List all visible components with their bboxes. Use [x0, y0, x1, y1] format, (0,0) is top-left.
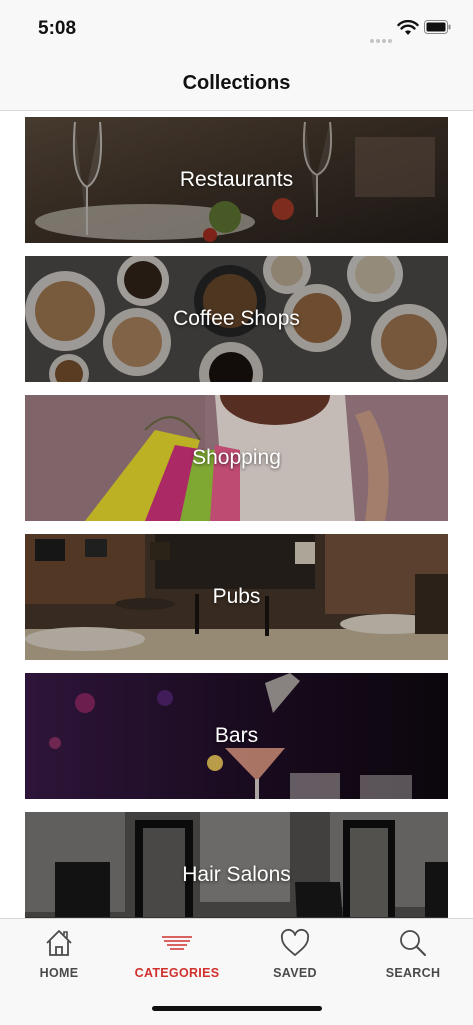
collection-card-hair-salons[interactable]: Hair Salons — [25, 812, 448, 918]
collection-card-bars[interactable]: Bars — [25, 673, 448, 799]
collection-label-bars: Bars — [214, 724, 259, 747]
heart-icon — [280, 928, 310, 956]
search-icon — [400, 930, 426, 956]
navigation-bar: Collections — [0, 56, 473, 111]
tab-categories-label: CATEGORIES — [134, 966, 220, 980]
tab-categories[interactable]: CATEGORIES — [118, 919, 236, 991]
collection-card-shopping[interactable]: Shopping — [25, 395, 448, 521]
collection-label-pubs: Pubs — [212, 585, 261, 608]
status-bar: 5:08 — [0, 0, 473, 56]
status-time: 5:08 — [38, 18, 77, 39]
tab-saved[interactable]: SAVED — [236, 919, 354, 991]
collection-label-restaurants: Restaurants — [179, 168, 294, 191]
collection-label-hair-salons: Hair Salons — [182, 863, 291, 886]
collections-list[interactable]: Restaurants Coffee Shops Shopping Pubs B… — [0, 111, 473, 918]
tab-home-label: HOME — [39, 966, 79, 980]
home-icon — [46, 930, 72, 956]
collection-label-shopping: Shopping — [192, 446, 281, 469]
wifi-icon — [397, 20, 419, 35]
battery-icon — [424, 20, 451, 34]
tab-search[interactable]: SEARCH — [354, 919, 472, 991]
collection-card-restaurants[interactable]: Restaurants — [25, 117, 448, 243]
signal-icon — [370, 30, 394, 48]
collection-card-pubs[interactable]: Pubs — [25, 534, 448, 660]
tab-saved-label: SAVED — [273, 966, 317, 980]
categories-icon — [162, 936, 192, 950]
home-indicator — [152, 1006, 322, 1011]
page-title: Collections — [182, 72, 291, 94]
tab-home[interactable]: HOME — [0, 919, 118, 991]
tab-search-label: SEARCH — [385, 966, 441, 980]
collection-card-coffee-shops[interactable]: Coffee Shops — [25, 256, 448, 382]
collection-label-coffee-shops: Coffee Shops — [173, 307, 300, 330]
